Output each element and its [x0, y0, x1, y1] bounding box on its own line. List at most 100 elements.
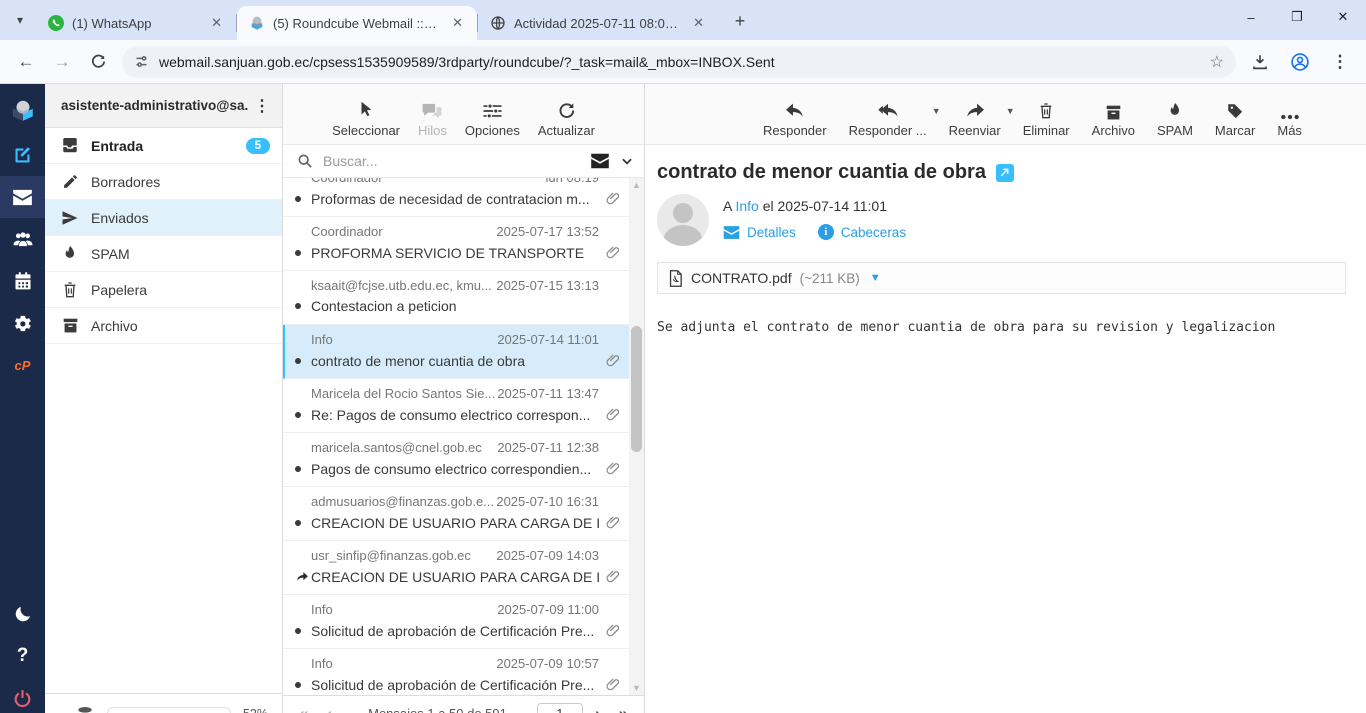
- tab-close-icon[interactable]: ✕: [207, 13, 226, 33]
- quota-progress: [107, 707, 231, 713]
- download-icon[interactable]: [1244, 46, 1276, 78]
- forward-button[interactable]: →: [46, 46, 78, 78]
- mail-toolbar-eliminar-button[interactable]: Eliminar: [1017, 98, 1076, 138]
- rail-contacts-button[interactable]: [0, 218, 45, 260]
- account-menu-icon[interactable]: ⋮: [248, 96, 276, 116]
- tab-search-icon[interactable]: ▾: [6, 6, 34, 34]
- dropdown-caret-icon[interactable]: ▼: [932, 106, 941, 116]
- list-scrollbar[interactable]: ▲ ▼: [629, 178, 644, 713]
- toolbar-opciones-button[interactable]: Opciones: [459, 98, 526, 138]
- dropdown-caret-icon[interactable]: ▼: [1006, 106, 1015, 116]
- message-row[interactable]: maricela.santos@cnel.gob.ec2025-07-11 12…: [283, 433, 629, 487]
- message-sender: admusuarios@finanzas.gob.e...: [295, 494, 496, 509]
- folder-item-spam[interactable]: SPAM: [45, 236, 282, 272]
- search-options-chevron-icon[interactable]: [620, 154, 634, 168]
- mail-toolbar-ms-button[interactable]: Más: [1271, 98, 1308, 138]
- rail-calendar-button[interactable]: [0, 260, 45, 302]
- recipient-link[interactable]: Info: [735, 198, 758, 214]
- browser-tab[interactable]: (5) Roundcube Webmail :: Envia✕: [237, 6, 477, 40]
- first-page-button[interactable]: «: [293, 704, 314, 713]
- mail-toolbar-responder-button[interactable]: Responder ...▼: [843, 98, 933, 138]
- bookmark-star-icon[interactable]: ☆: [1210, 52, 1224, 72]
- page-number-input[interactable]: [537, 703, 583, 713]
- headers-toggle[interactable]: i Cabeceras: [818, 224, 906, 240]
- message-row[interactable]: Coordinador2025-07-17 13:52PROFORMA SERV…: [283, 217, 629, 271]
- attachment-menu-caret-icon[interactable]: ▼: [870, 272, 881, 284]
- browser-tab[interactable]: Actividad 2025-07-11 08:00:00✕: [478, 6, 718, 40]
- rail-compose-button[interactable]: [0, 134, 45, 176]
- paperclip-icon: [605, 352, 621, 369]
- folder-item-entrada[interactable]: Entrada5: [45, 128, 282, 164]
- message-list-panel: SeleccionarHilos Opciones Actualizar Coord…: [283, 84, 645, 713]
- rail-help-button[interactable]: ?: [0, 635, 45, 677]
- quota-percent: 52%: [243, 707, 268, 713]
- recipient-line: A Info el 2025-07-14 11:01: [723, 198, 906, 214]
- rail-settings-button[interactable]: [0, 302, 45, 344]
- toolbar-actualizar-button[interactable]: Actualizar: [532, 98, 601, 138]
- roundcube-logo: [10, 98, 36, 124]
- search-scope-icon[interactable]: [590, 153, 610, 169]
- minimize-button[interactable]: –: [1228, 0, 1274, 34]
- new-tab-button[interactable]: +: [726, 7, 754, 35]
- back-button[interactable]: ←: [10, 46, 42, 78]
- browser-menu-icon[interactable]: ⋮: [1324, 46, 1356, 78]
- folder-item-papelera[interactable]: Papelera: [45, 272, 282, 308]
- message-row[interactable]: usr_sinfip@finanzas.gob.ec2025-07-09 14:…: [283, 541, 629, 595]
- message-row[interactable]: Maricela del Rocio Santos Sie...2025-07-…: [283, 379, 629, 433]
- rail-mail-button[interactable]: [0, 176, 45, 218]
- toolbar-hilos-button[interactable]: Hilos: [412, 98, 453, 138]
- mail-toolbar-spam-button[interactable]: SPAM: [1151, 98, 1199, 138]
- restore-button[interactable]: ❐: [1274, 0, 1320, 34]
- unread-dot-icon: [295, 303, 311, 309]
- message-row[interactable]: Info2025-07-14 11:01contrato de menor cu…: [283, 325, 629, 379]
- attachment-name[interactable]: CONTRATO.pdf: [691, 270, 792, 286]
- tab-close-icon[interactable]: ✕: [448, 13, 467, 33]
- mail-toolbar-archivo-button[interactable]: Archivo: [1086, 98, 1141, 138]
- tab-close-icon[interactable]: ✕: [689, 13, 708, 33]
- toolbar-label: Responder ...: [849, 123, 927, 138]
- message-row[interactable]: ksaait@fcjse.utb.edu.ec, kmu...2025-07-1…: [283, 271, 629, 325]
- mail-toolbar-reenviar-button[interactable]: Reenviar▼: [943, 98, 1007, 138]
- message-row[interactable]: admusuarios@finanzas.gob.e...2025-07-10 …: [283, 487, 629, 541]
- url-text[interactable]: webmail.sanjuan.gob.ec/cpsess1535909589/…: [159, 54, 1210, 70]
- folder-item-enviados[interactable]: Enviados: [45, 200, 282, 236]
- last-page-button[interactable]: »: [613, 704, 634, 713]
- message-row[interactable]: Info2025-07-09 11:00Solicitud de aprobac…: [283, 595, 629, 649]
- profile-avatar[interactable]: [1284, 46, 1316, 78]
- scroll-up-icon[interactable]: ▲: [629, 178, 644, 192]
- search-input[interactable]: [323, 153, 580, 169]
- message-date: lun 08:19: [546, 178, 622, 185]
- rail-logout-button[interactable]: [0, 677, 45, 713]
- rail-cpanel-button[interactable]: cP: [0, 344, 45, 386]
- folder-item-borradores[interactable]: Borradores: [45, 164, 282, 200]
- close-button[interactable]: ✕: [1320, 0, 1366, 34]
- message-date: 2025-07-10 16:31: [496, 494, 621, 509]
- scrollbar-thumb[interactable]: [631, 326, 642, 452]
- mail-toolbar-responder-button[interactable]: Responder: [757, 98, 833, 138]
- browser-titlebar: ▾ (1) WhatsApp✕(5) Roundcube Webmail :: …: [0, 0, 1366, 40]
- toolbar-label: Opciones: [465, 123, 520, 138]
- message-row[interactable]: Coordinadorlun 08:19Proformas de necesid…: [283, 178, 629, 217]
- details-toggle[interactable]: Detalles: [723, 225, 796, 240]
- reload-button[interactable]: [82, 46, 114, 78]
- attachment-row[interactable]: CONTRATO.pdf (~211 KB) ▼: [657, 262, 1346, 294]
- message-sender: Coordinador: [295, 224, 496, 239]
- toolbar-seleccionar-button[interactable]: Seleccionar: [326, 98, 406, 138]
- folder-label: Entrada: [91, 138, 234, 154]
- message-date: 2025-07-09 11:00: [497, 602, 621, 617]
- toolbar-label: Más: [1277, 123, 1302, 138]
- folder-item-archivo[interactable]: Archivo: [45, 308, 282, 344]
- rail-dark-mode-button[interactable]: [0, 593, 45, 635]
- account-header[interactable]: asistente-administrativo@sa... ⋮: [45, 84, 282, 128]
- browser-tab[interactable]: (1) WhatsApp✕: [36, 6, 236, 40]
- scroll-down-icon[interactable]: ▼: [629, 681, 644, 695]
- attachment-size: (~211 KB): [800, 271, 860, 286]
- mail-toolbar-marcar-button[interactable]: Marcar: [1209, 98, 1261, 138]
- url-bar[interactable]: webmail.sanjuan.gob.ec/cpsess1535909589/…: [122, 46, 1236, 78]
- next-page-button[interactable]: ›: [589, 704, 607, 713]
- toolbar-label: Eliminar: [1023, 123, 1070, 138]
- open-in-new-window-icon[interactable]: [996, 164, 1014, 182]
- message-sender: Maricela del Rocio Santos Sie...: [295, 386, 497, 401]
- prev-page-button[interactable]: ‹: [320, 704, 338, 713]
- site-info-icon[interactable]: [134, 54, 149, 69]
